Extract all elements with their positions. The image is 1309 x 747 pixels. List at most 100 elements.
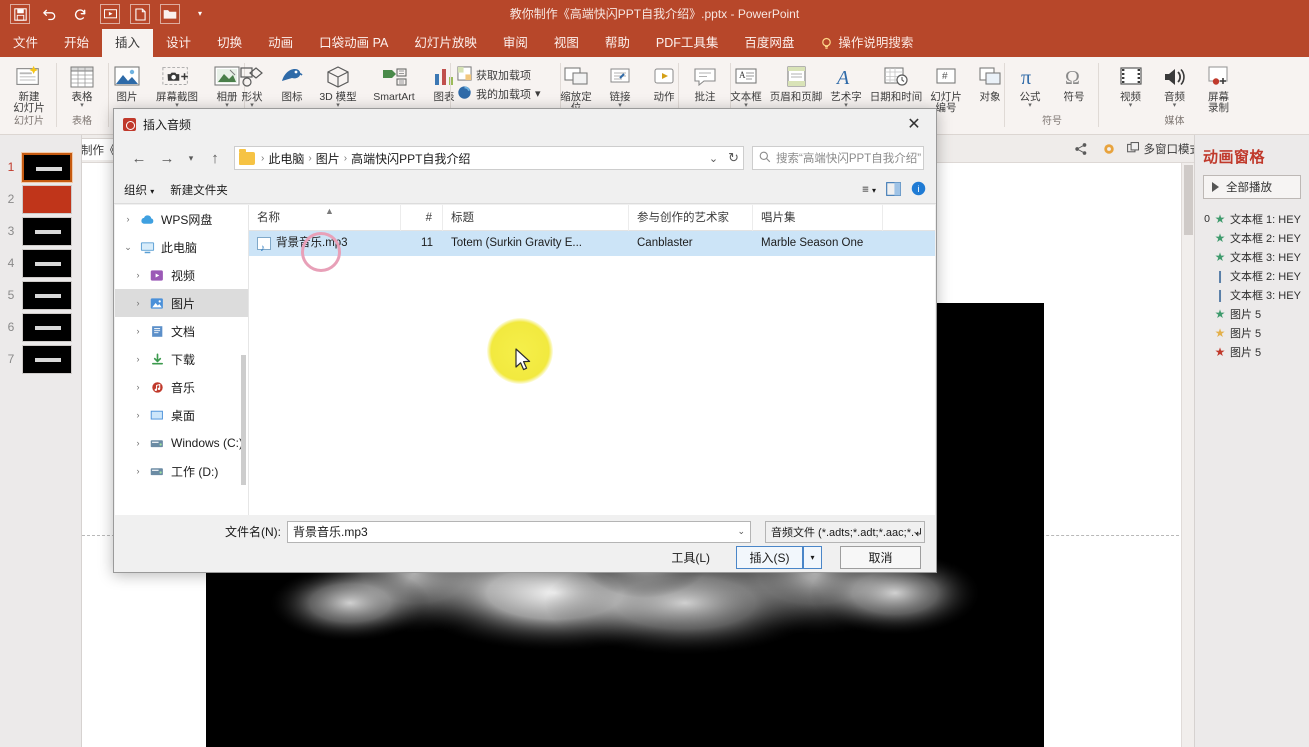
play-all-button[interactable]: 全部播放	[1203, 175, 1301, 199]
breadcrumb-item-1[interactable]: 图片	[316, 150, 340, 167]
animation-item-1[interactable]: ★文本框 2: HEY	[1195, 228, 1309, 247]
tree-scrollbar[interactable]	[241, 355, 246, 485]
ribbon-tab-4[interactable]: 切换	[204, 29, 255, 57]
multi-window-mode-button[interactable]: 多窗口模式	[1127, 141, 1202, 157]
filetype-dropdown-icon[interactable]: ⌄	[912, 526, 920, 537]
new-file-icon[interactable]	[130, 4, 150, 24]
slide-thumbnail-7[interactable]: 7	[0, 337, 82, 381]
undo-icon[interactable]	[40, 4, 60, 24]
dialog-navigation-tree[interactable]: ›WPS网盘⌄此电脑›视频›图片›文档›下载›音乐›桌面›Windows (C:…	[115, 205, 249, 515]
breadcrumb-item-2[interactable]: 高端快闪PPT自我介绍	[351, 150, 470, 167]
smartart-button[interactable]: SmartArt	[366, 60, 422, 103]
new-folder-button[interactable]: 新建文件夹	[170, 182, 228, 198]
table-caret-icon[interactable]: ▾	[80, 103, 84, 109]
canvas-vertical-scrollbar[interactable]	[1181, 163, 1194, 747]
animation-item-3[interactable]: ❙文本框 2: HEY	[1195, 266, 1309, 285]
ribbon-tab-10[interactable]: 帮助	[592, 29, 643, 57]
breadcrumb-item-0[interactable]: 此电脑	[268, 150, 304, 167]
symbol-button[interactable]: Ω 符号	[1052, 60, 1096, 103]
animation-item-0[interactable]: 0★文本框 1: HEY	[1195, 209, 1309, 228]
ribbon-tab-8[interactable]: 审阅	[490, 29, 541, 57]
back-button[interactable]: ←	[126, 145, 152, 171]
comment-button[interactable]: 批注	[683, 60, 727, 103]
animation-item-2[interactable]: ★文本框 3: HEY	[1195, 247, 1309, 266]
3d-models-button[interactable]: 3D 模型 ▾	[310, 60, 366, 109]
action-button[interactable]: 动作	[642, 60, 686, 103]
column-header-num[interactable]: #	[401, 205, 443, 231]
zoom-button[interactable]: 缩放定 位	[554, 60, 598, 114]
screen-recording-button[interactable]: 屏幕 录制	[1197, 60, 1241, 114]
equation-button[interactable]: π 公式 ▾	[1008, 60, 1052, 109]
chevron-right-icon[interactable]: ›	[133, 466, 143, 476]
chevron-right-icon[interactable]: ›	[133, 382, 143, 392]
refresh-icon[interactable]: ↻	[728, 150, 739, 166]
equation-caret-icon[interactable]: ▾	[1028, 103, 1032, 109]
shapes-button[interactable]: 形状 ▾	[230, 60, 274, 109]
tree-item-4[interactable]: ›文档	[115, 317, 248, 345]
breadcrumb[interactable]: › 此电脑 › 图片 › 高端快闪PPT自我介绍 ⌄ ↻	[234, 146, 744, 170]
breadcrumb-dropdown-icon[interactable]: ⌄	[709, 152, 718, 165]
audio-button[interactable]: 音频 ▾	[1153, 60, 1197, 109]
audio-caret-icon[interactable]: ▾	[1173, 103, 1177, 109]
insert-dropdown-button[interactable]: ▾	[803, 546, 822, 569]
tree-item-8[interactable]: ›Windows (C:)	[115, 429, 248, 457]
animation-item-5[interactable]: ★图片 5	[1195, 304, 1309, 323]
column-header-artist[interactable]: 参与创作的艺术家	[629, 205, 753, 231]
open-folder-icon[interactable]	[160, 4, 180, 24]
tree-item-7[interactable]: ›桌面	[115, 401, 248, 429]
header-footer-button[interactable]: 页眉和页脚	[768, 60, 824, 103]
video-button[interactable]: 视频 ▾	[1109, 60, 1153, 109]
save-icon[interactable]	[10, 4, 30, 24]
scrollbar-thumb[interactable]	[1184, 165, 1193, 235]
ribbon-tab-6[interactable]: 口袋动画 PA	[306, 29, 401, 57]
tree-item-5[interactable]: ›下载	[115, 345, 248, 373]
pictures-button[interactable]: 图片	[105, 60, 149, 103]
chevron-right-icon[interactable]: ›	[133, 298, 143, 308]
customize-qat-icon[interactable]: ▾	[190, 4, 210, 24]
ribbon-tab-9[interactable]: 视图	[541, 29, 592, 57]
chevron-right-icon[interactable]: ›	[123, 214, 133, 224]
video-caret-icon[interactable]: ▾	[1129, 103, 1133, 109]
new-slide-button[interactable]: 新建 幻灯片	[7, 60, 51, 114]
chevron-down-icon[interactable]: ⌄	[123, 242, 133, 253]
ribbon-tab-0[interactable]: 文件	[0, 29, 51, 57]
close-icon[interactable]: ✕	[892, 109, 936, 139]
icons-button[interactable]: 图标	[274, 60, 310, 103]
redo-icon[interactable]	[70, 4, 90, 24]
forward-button[interactable]: →	[154, 145, 180, 171]
tree-item-3[interactable]: ›图片	[115, 289, 248, 317]
chevron-right-icon[interactable]: ›	[133, 326, 143, 336]
ribbon-tab-5[interactable]: 动画	[255, 29, 306, 57]
slide-number-button[interactable]: # 幻灯片 编号	[924, 60, 968, 114]
column-header-album[interactable]: 唱片集	[753, 205, 883, 231]
get-addins-button[interactable]: 获取加载项	[454, 65, 534, 84]
file-list[interactable]: 名称#标题参与创作的艺术家唱片集 背景音乐.mp311Totem (Surkin…	[249, 205, 935, 515]
chevron-right-icon[interactable]: ›	[133, 354, 143, 364]
tree-item-0[interactable]: ›WPS网盘	[115, 205, 248, 233]
my-addins-button[interactable]: 我的加载项 ▾	[454, 84, 544, 103]
date-time-button[interactable]: 日期和时间	[868, 60, 924, 103]
recent-locations-button[interactable]: ▾	[182, 145, 200, 171]
insert-button[interactable]: 插入(S)	[736, 546, 803, 569]
ribbon-tab-11[interactable]: PDF工具集	[643, 29, 732, 57]
organize-button[interactable]: 组织 ▾	[124, 182, 154, 198]
chevron-right-icon[interactable]: ›	[133, 270, 143, 280]
tell-me-search[interactable]: 操作说明搜索	[807, 29, 926, 57]
up-button[interactable]: ↑	[202, 145, 228, 171]
gear-icon[interactable]	[1099, 139, 1119, 159]
chevron-right-icon[interactable]: ›	[133, 438, 143, 448]
file-row[interactable]: 背景音乐.mp311Totem (Surkin Gravity E...Canb…	[249, 231, 935, 256]
tree-item-1[interactable]: ⌄此电脑	[115, 233, 248, 261]
slide-thumbnail-panel[interactable]: 1234567	[0, 135, 82, 747]
start-slideshow-icon[interactable]	[100, 4, 120, 24]
tools-button[interactable]: 工具(L)	[663, 547, 726, 569]
tree-item-6[interactable]: ›音乐	[115, 373, 248, 401]
animation-item-4[interactable]: ❙文本框 3: HEY	[1195, 285, 1309, 304]
ribbon-tab-7[interactable]: 幻灯片放映	[401, 29, 490, 57]
tree-item-2[interactable]: ›视频	[115, 261, 248, 289]
object-button[interactable]: 对象	[968, 60, 1012, 103]
ribbon-tab-1[interactable]: 开始	[51, 29, 102, 57]
chevron-right-icon[interactable]: ›	[133, 410, 143, 420]
link-button[interactable]: 链接 ▾	[598, 60, 642, 109]
filename-dropdown-icon[interactable]: ⌄	[737, 526, 745, 537]
